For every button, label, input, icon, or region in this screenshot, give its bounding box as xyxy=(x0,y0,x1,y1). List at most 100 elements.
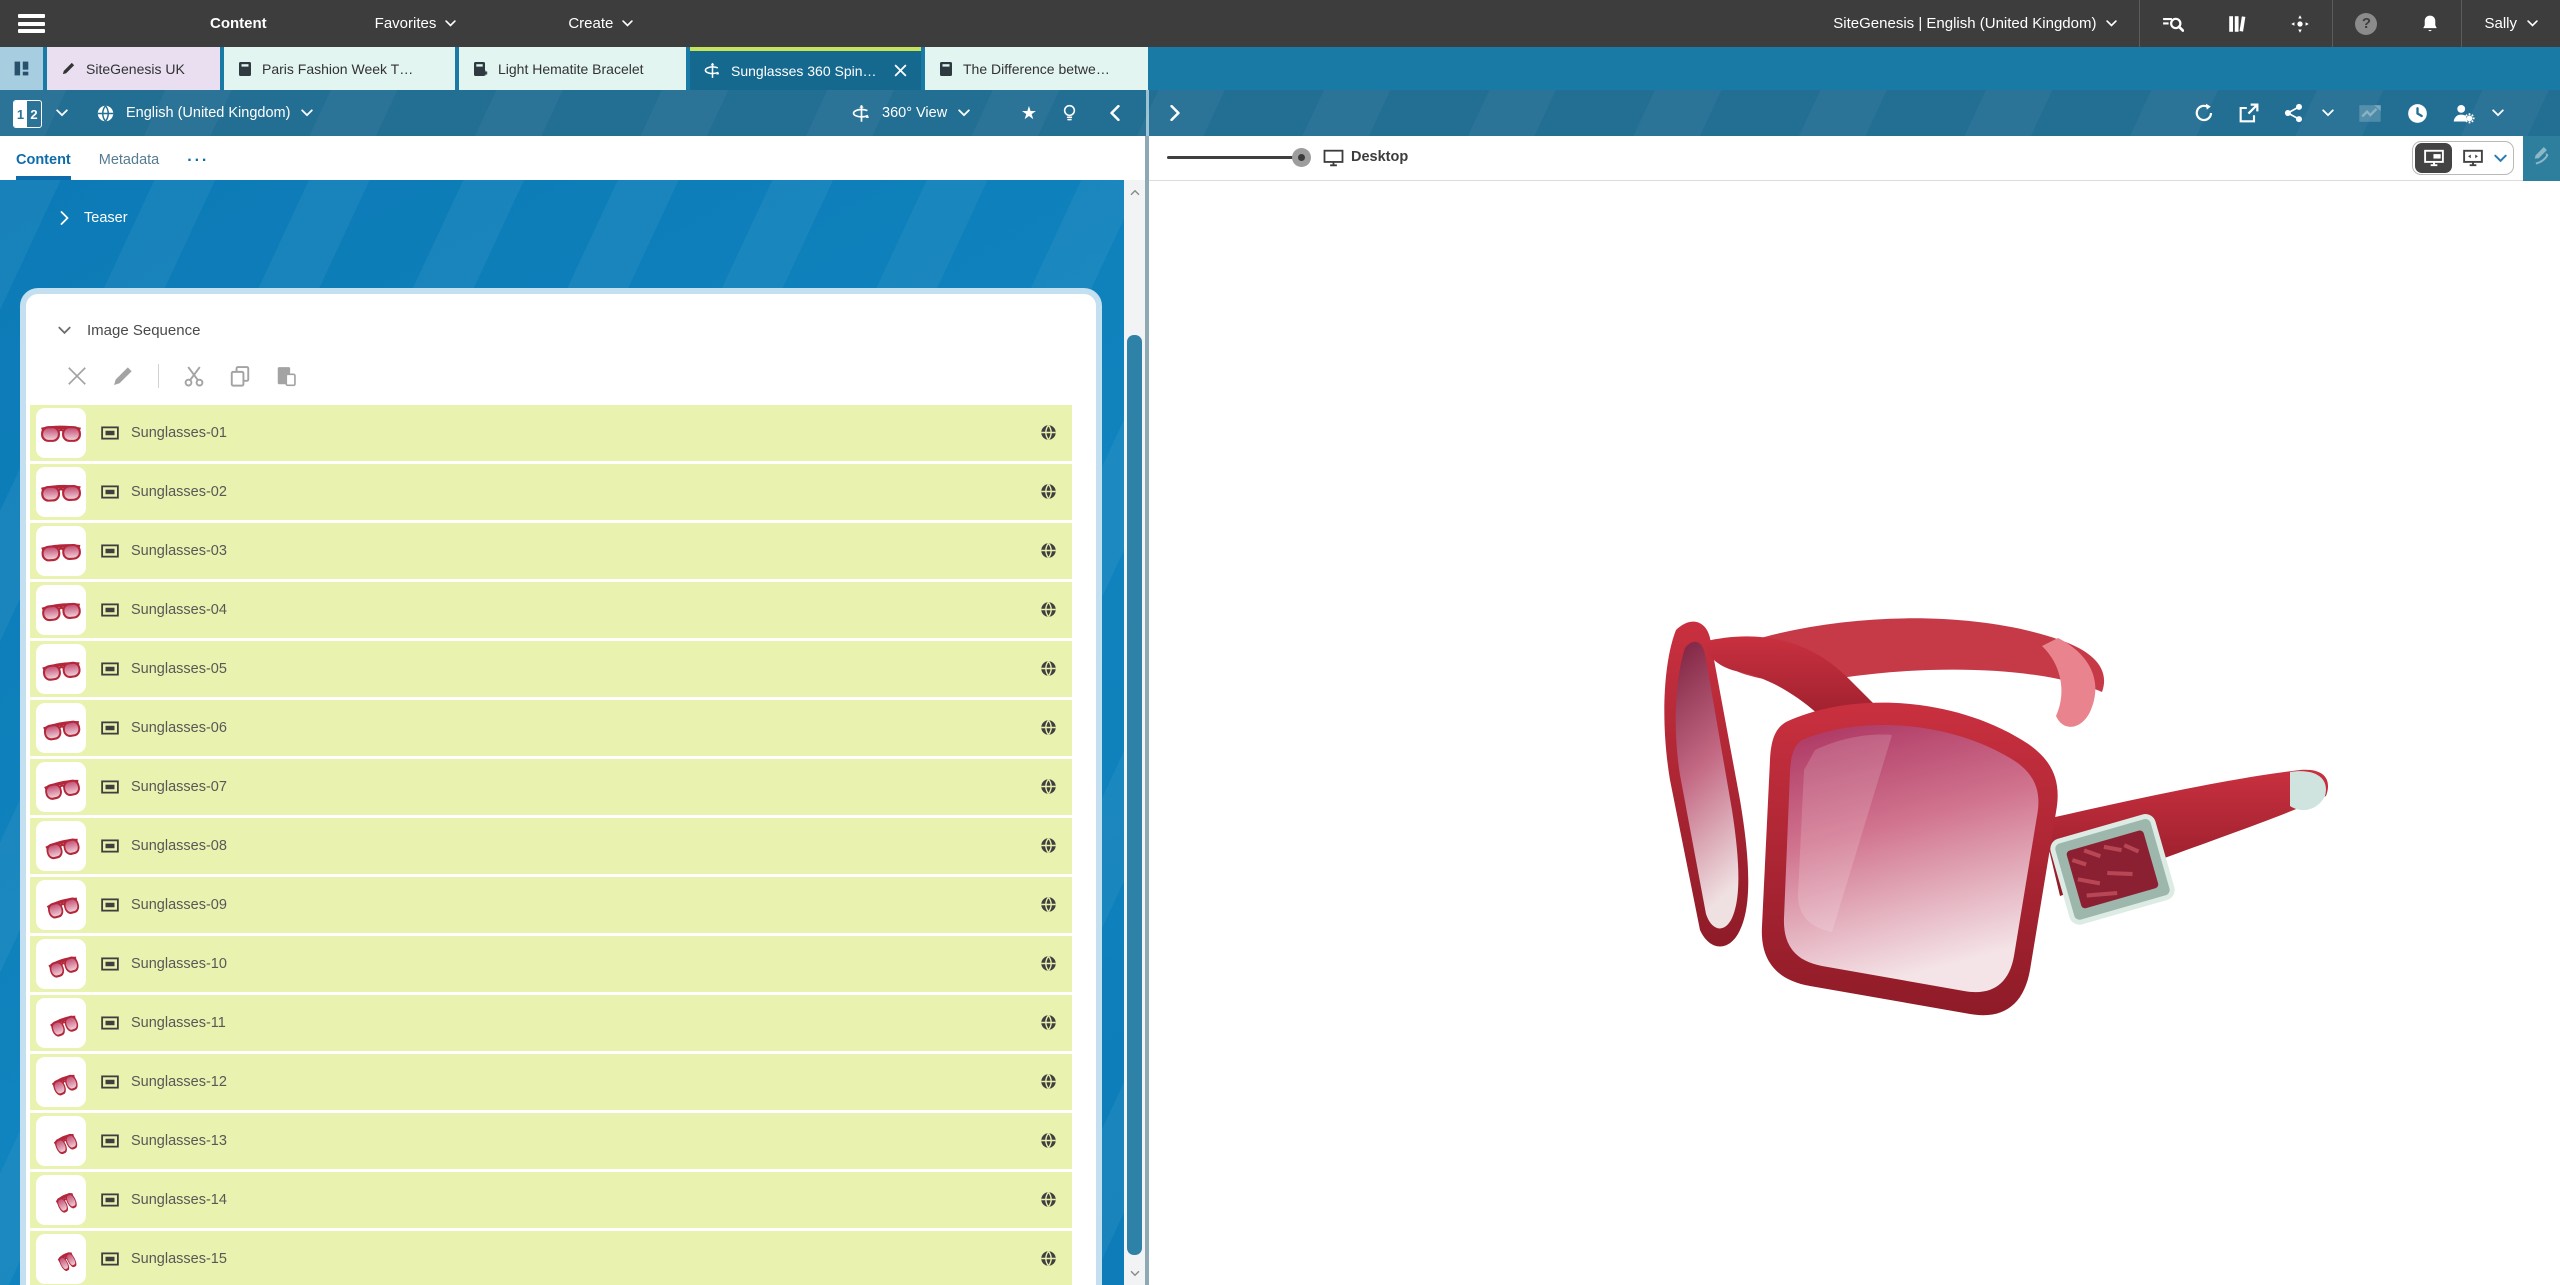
lightbulb-icon xyxy=(1062,104,1077,123)
image-sequence-row[interactable]: Sunglasses-06 xyxy=(30,700,1072,756)
scroll-up-arrow[interactable] xyxy=(1124,184,1145,200)
scroll-down-arrow[interactable] xyxy=(1124,1265,1145,1281)
chevron-down-icon xyxy=(2106,20,2117,27)
image-sequence-row[interactable]: Sunglasses-09 xyxy=(30,877,1072,933)
toolbar-divider xyxy=(158,364,159,388)
user-settings-dropdown[interactable] xyxy=(2486,90,2510,136)
image-sequence-row[interactable]: Sunglasses-13 xyxy=(30,1113,1072,1169)
row-label: Sunglasses-05 xyxy=(131,661,227,677)
globe-icon xyxy=(96,104,115,123)
history-button[interactable] xyxy=(2400,90,2434,136)
help-button[interactable]: ? xyxy=(2333,0,2399,47)
globe-icon xyxy=(1040,719,1057,736)
device-slider-handle[interactable] xyxy=(1292,148,1311,167)
image-sequence-row[interactable]: Sunglasses-11 xyxy=(30,995,1072,1051)
image-sequence-row[interactable]: Sunglasses-01 xyxy=(30,405,1072,461)
pages-dropdown[interactable] xyxy=(50,90,74,136)
panel-divider[interactable] xyxy=(1145,136,1149,1285)
row-label: Sunglasses-07 xyxy=(131,779,227,795)
paste-icon[interactable] xyxy=(275,365,297,387)
media-type-icon xyxy=(101,662,119,676)
media-type-icon xyxy=(101,721,119,735)
monitor-arrows-icon xyxy=(2463,149,2483,167)
row-label: Sunglasses-12 xyxy=(131,1074,227,1090)
tab-apps[interactable] xyxy=(0,47,43,90)
cut-scissors-icon[interactable] xyxy=(183,365,205,387)
form-body: Teaser Image Sequence xyxy=(0,180,1124,1285)
lightbulb-button[interactable] xyxy=(1056,90,1082,136)
document-toolbar: 1 2 English (United Kingdom) 360° View ★ xyxy=(0,90,2560,136)
library-button[interactable] xyxy=(2206,0,2268,47)
scrollbar-thumb[interactable] xyxy=(1127,335,1142,1255)
share-dropdown[interactable] xyxy=(2316,90,2340,136)
image-sequence-row[interactable]: Sunglasses-03 xyxy=(30,523,1072,579)
image-sequence-row[interactable]: Sunglasses-05 xyxy=(30,641,1072,697)
content-search-button[interactable] xyxy=(2140,0,2206,47)
dashboard-button[interactable] xyxy=(2268,0,2332,47)
media-type-icon xyxy=(101,426,119,440)
favorite-star-button[interactable]: ★ xyxy=(1014,90,1044,136)
image-sequence-row[interactable]: Sunglasses-08 xyxy=(30,818,1072,874)
tab-light-hematite-bracelet[interactable]: Light Hematite Bracelet xyxy=(459,47,686,90)
edit-pencil-icon[interactable] xyxy=(112,365,134,387)
notifications-button[interactable] xyxy=(2399,0,2461,47)
copy-icon[interactable] xyxy=(229,365,251,387)
menu-content[interactable]: Content xyxy=(210,15,267,32)
row-label: Sunglasses-13 xyxy=(131,1133,227,1149)
topbar-right: SiteGenesis | English (United Kingdom) ? xyxy=(1811,0,2560,47)
image-sequence-row[interactable]: Sunglasses-02 xyxy=(30,464,1072,520)
preview-mode-switch xyxy=(2412,141,2514,175)
preview-mode-resize-button[interactable] xyxy=(2454,143,2491,173)
section-image-sequence[interactable]: Image Sequence xyxy=(58,322,1096,339)
media-type-icon xyxy=(101,780,119,794)
open-in-new-button[interactable] xyxy=(2233,90,2265,136)
form-scrollbar[interactable] xyxy=(1124,180,1145,1285)
hamburger-menu-icon[interactable] xyxy=(18,14,45,33)
tab-metadata[interactable]: Metadata xyxy=(99,152,159,180)
tab-sunglasses-360-spin[interactable]: Sunglasses 360 Spin… xyxy=(690,47,921,90)
image-sequence-row[interactable]: Sunglasses-07 xyxy=(30,759,1072,815)
image-sequence-row[interactable]: Sunglasses-15 xyxy=(30,1231,1072,1285)
library-icon xyxy=(2228,14,2246,34)
media-type-icon xyxy=(101,898,119,912)
menu-favorites[interactable]: Favorites xyxy=(375,15,457,32)
analytics-button[interactable] xyxy=(2352,90,2388,136)
image-sequence-row[interactable]: Sunglasses-10 xyxy=(30,936,1072,992)
sunglasses-thumbnail xyxy=(36,880,86,930)
image-sequence-row[interactable]: Sunglasses-04 xyxy=(30,582,1072,638)
remove-icon[interactable] xyxy=(66,365,88,387)
tab-sitegenesis-uk[interactable]: SiteGenesis UK xyxy=(47,47,220,90)
locale-selector[interactable]: English (United Kingdom) xyxy=(96,90,313,136)
image-sequence-card: Image Sequence xyxy=(20,288,1102,1285)
user-menu[interactable]: Sally xyxy=(2462,0,2560,47)
media-type-icon xyxy=(101,839,119,853)
image-sequence-row[interactable]: Sunglasses-14 xyxy=(30,1172,1072,1228)
sunglasses-thumbnail xyxy=(36,467,86,517)
section-teaser[interactable]: Teaser xyxy=(60,210,128,226)
globe-icon xyxy=(1040,660,1057,677)
globe-icon xyxy=(1040,1191,1057,1208)
forward-button[interactable] xyxy=(1162,90,1188,136)
edit-redirect-icon[interactable] xyxy=(2531,144,2553,166)
chevron-down-icon[interactable] xyxy=(2494,154,2507,163)
share-button[interactable] xyxy=(2278,90,2310,136)
image-sequence-row[interactable]: Sunglasses-12 xyxy=(30,1054,1072,1110)
view-selector[interactable]: 360° View xyxy=(852,90,970,136)
refresh-button[interactable] xyxy=(2188,90,2220,136)
tab-the-difference-between[interactable]: The Difference betwe… xyxy=(925,47,1148,90)
device-slider-track[interactable] xyxy=(1167,156,1299,159)
user-settings-button[interactable] xyxy=(2446,90,2480,136)
close-icon[interactable] xyxy=(894,64,907,77)
more-tabs-button[interactable]: ··· xyxy=(187,152,209,180)
tab-content[interactable]: Content xyxy=(16,152,71,180)
back-button[interactable] xyxy=(1102,90,1128,136)
pages-badge[interactable]: 1 2 xyxy=(13,100,42,128)
site-selector[interactable]: SiteGenesis | English (United Kingdom) xyxy=(1811,0,2139,47)
apps-icon xyxy=(13,60,30,77)
preview-mode-docked-button[interactable] xyxy=(2415,143,2452,173)
tab-paris-fashion-week[interactable]: Paris Fashion Week T… xyxy=(224,47,455,90)
image-sequence-toolbar xyxy=(66,363,1096,389)
row-label: Sunglasses-01 xyxy=(131,425,227,441)
menu-create[interactable]: Create xyxy=(568,15,633,32)
chevron-down-icon xyxy=(445,20,456,27)
